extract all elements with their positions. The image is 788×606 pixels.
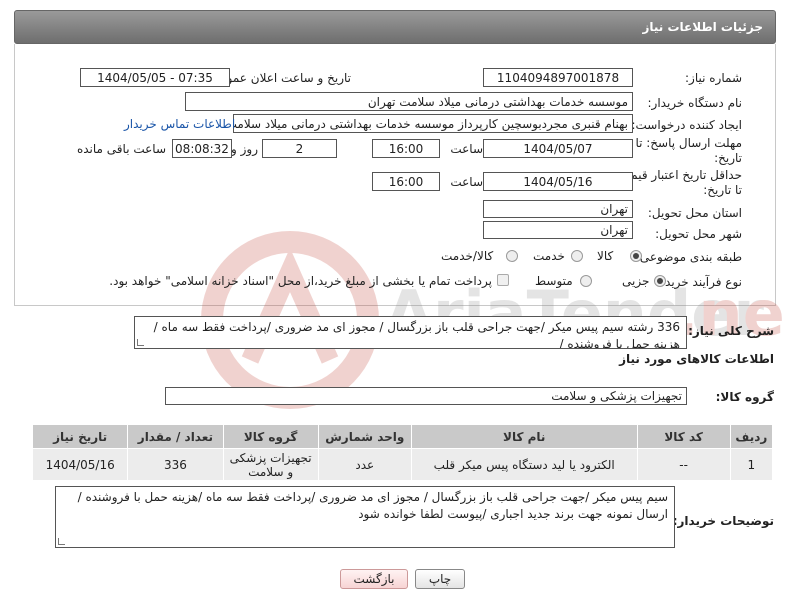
col-quantity: تعداد / مقدار [127,424,224,449]
category-option-goods: کالا [597,249,614,263]
goods-table-header: ردیف کد کالا نام کالا واحد شمارش گروه کا… [31,424,774,449]
purchase-radio-minor[interactable] [654,275,666,287]
cell-need-date: 1404/05/16 [31,448,129,481]
reply-deadline-label-2: تاریخ: [714,151,742,165]
need-number-label: شماره نیاز: [685,71,742,85]
cell-unit: عدد [317,448,412,481]
page-header: جزئیات اطلاعات نیاز [14,10,776,44]
reply-deadline-time: 16:00 [372,139,440,158]
requester-label: ایجاد کننده درخواست: [631,118,742,132]
cell-goods-group: تجهیزات پزشکی و سلامت [222,448,319,481]
purchase-option-medium: متوسط [535,274,573,288]
buyer-org-field: موسسه خدمات بهداشتی درمانی میلاد سلامت ت… [185,92,633,111]
treasury-payment-note: پرداخت تمام یا بخشی از مبلغ خرید،از محل … [109,274,492,288]
buyer-notes-label: توضیحات خریدار: [672,514,774,528]
print-button[interactable]: چاپ [415,569,465,589]
need-number-field: 1104094897001878 [483,68,633,87]
price-validity-label-1: حداقل تاریخ اعتبار قیمت: [615,168,742,182]
announce-date-field: 1404/05/05 - 07:35 [80,68,230,87]
category-radio-service[interactable] [571,250,583,262]
col-unit: واحد شمارش [317,424,412,449]
cell-quantity: 336 [127,448,224,481]
buyer-notes-field: سیم پیس میکر /جهت جراحی قلب باز بزرگسال … [55,486,675,548]
category-radio-both[interactable] [506,250,518,262]
col-goods-name: نام کالا [410,424,638,449]
category-option-service: خدمت [533,249,565,263]
back-button[interactable]: بازگشت [340,569,408,589]
price-validity-time: 16:00 [372,172,440,191]
col-row-number: ردیف [729,424,774,449]
price-validity-label-2: تا تاریخ: [703,183,742,197]
remaining-time-label: ساعت باقی مانده [76,142,166,156]
buyer-contact-link[interactable]: اطلاعات تماس خریدار [124,117,235,131]
delivery-province-field: تهران [483,200,633,218]
purchase-radio-medium[interactable] [580,275,592,287]
purchase-type-label: نوع فرآیند خرید : [657,275,742,289]
delivery-city-field: تهران [483,221,633,239]
requester-field: بهنام قنبری مجردبوسچین کارپرداز موسسه خد… [233,114,633,133]
page-title: جزئیات اطلاعات نیاز [642,20,763,34]
remaining-days: 2 [262,139,337,158]
reply-deadline-label-1: مهلت ارسال پاسخ: تا [635,136,742,150]
resize-handle[interactable] [58,538,65,545]
goods-group-label: گروه کالا: [715,390,774,404]
resize-handle[interactable] [137,339,144,346]
delivery-province-label: استان محل تحویل: [647,206,742,220]
description-field: 336 رشته سیم پیس میکر /جهت جراحی قلب باز… [134,316,687,349]
price-validity-date: 1404/05/16 [483,172,633,191]
reply-deadline-date: 1404/05/07 [483,139,633,158]
reply-time-label: ساعت [450,142,483,156]
cell-goods-code: -- [636,448,731,481]
days-label: روز و [231,142,258,156]
cell-row-number: 1 [729,448,774,481]
col-goods-group: گروه کالا [222,424,319,449]
buyer-org-label: نام دستگاه خریدار: [647,96,743,110]
cell-goods-name: الکترود یا لید دستگاه پیس میکر قلب [410,448,638,481]
purchase-option-minor: جزیی [622,274,650,288]
category-radio-goods[interactable] [630,250,642,262]
category-label: طبقه بندی موضوعی: [635,250,742,264]
table-row: 1 -- الکترود یا لید دستگاه پیس میکر قلب … [31,448,774,481]
category-option-both: کالا/خدمت [441,249,494,263]
delivery-city-label: شهر محل تحویل: [655,227,742,241]
goods-group-field: تجهیزات پزشکی و سلامت [165,387,687,405]
goods-table: ردیف کد کالا نام کالا واحد شمارش گروه کا… [31,424,774,481]
price-validity-time-label: ساعت [450,175,483,189]
remaining-time: 08:08:32 [172,139,232,158]
col-need-date: تاریخ نیاز [31,424,129,449]
col-goods-code: کد کالا [636,424,731,449]
description-label: شرح کلی نیاز: [688,324,774,338]
treasury-payment-checkbox[interactable] [497,274,509,286]
goods-section-title: اطلاعات کالاهای مورد نیاز [619,352,774,366]
